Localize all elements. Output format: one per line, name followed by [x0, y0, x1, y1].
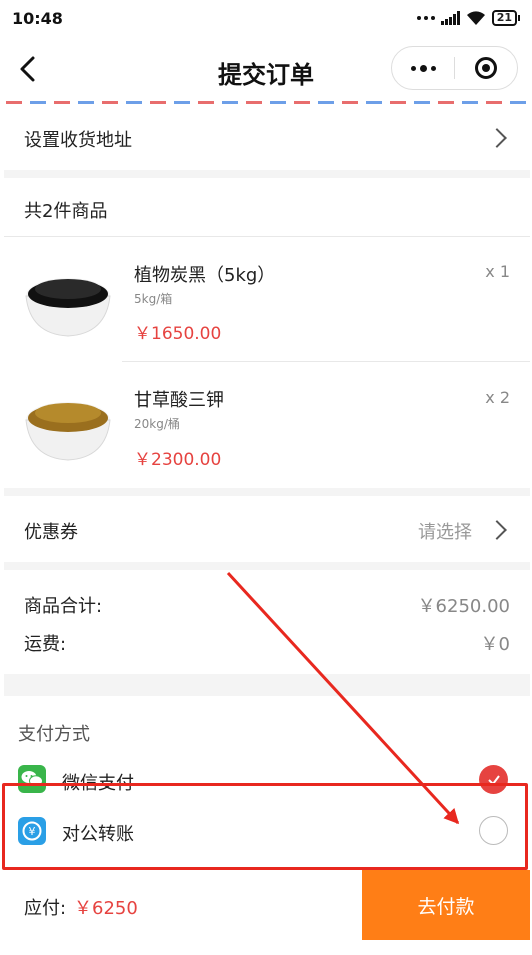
section-gap [4, 674, 530, 696]
goods-total-value: ￥6250.00 [417, 596, 510, 617]
section-gap [4, 562, 530, 570]
product-image-powder [25, 402, 111, 461]
radio-unselected[interactable] [479, 816, 508, 845]
coupon-label: 优惠券 [24, 522, 78, 543]
shipping-label: 运费: [24, 634, 67, 655]
bank-transfer-icon: ¥ [18, 817, 46, 845]
pay-button[interactable]: 去付款 [362, 870, 530, 940]
wifi-icon [466, 11, 485, 25]
section-gap [4, 488, 530, 496]
airmail-border [6, 101, 530, 104]
item-price: ￥2300.00 [134, 450, 222, 470]
status-bar: 10:48 21 [0, 0, 532, 40]
goods-total-label: 商品合计: [24, 596, 103, 617]
section-gap [4, 170, 530, 178]
svg-text:¥: ¥ [29, 825, 36, 838]
amount-due-value: ￥6250 [74, 898, 138, 919]
payment-label: 对公转账 [62, 824, 134, 845]
address-label: 设置收货地址 [24, 130, 132, 151]
amount-due-label: 应付: [24, 898, 67, 919]
chevron-right-icon [487, 128, 507, 148]
address-row[interactable]: 设置收货地址 [4, 106, 530, 170]
divider [122, 361, 530, 362]
battery-level: 21 [491, 10, 517, 26]
item-price: ￥1650.00 [134, 324, 222, 344]
payment-label: 微信支付 [62, 773, 134, 794]
item-name: 甘草酸三钾 [134, 390, 224, 411]
capsule-close-icon[interactable] [455, 57, 517, 79]
signal-icon [440, 11, 460, 25]
product-image-charcoal [25, 278, 111, 337]
coupon-placeholder: 请选择 [418, 522, 472, 543]
items-header: 共2件商品 [4, 178, 530, 236]
shipping-value: ￥0 [480, 634, 510, 655]
item-quantity: x 2 [485, 388, 510, 407]
divider [4, 236, 530, 237]
status-icons: 21 [416, 10, 520, 26]
payment-heading: 支付方式 [18, 724, 90, 745]
mini-program-capsule [391, 46, 518, 90]
coupon-row[interactable]: 优惠券 请选择 [4, 496, 530, 562]
item-quantity: x 1 [485, 262, 510, 281]
wechat-pay-icon [18, 765, 46, 793]
radio-selected[interactable] [479, 765, 508, 794]
chevron-right-icon [487, 520, 507, 540]
status-time: 10:48 [12, 9, 63, 28]
more-dots-icon [416, 16, 435, 20]
navigation-bar: 提交订单 [0, 40, 532, 100]
item-spec: 5kg/箱 [134, 292, 173, 306]
item-name: 植物炭黑（5kg） [134, 265, 276, 286]
checkout-bar: 应付: ￥6250 去付款 [0, 870, 532, 940]
battery-icon: 21 [491, 10, 520, 26]
capsule-more-icon[interactable] [392, 46, 454, 90]
items-count-label: 共2件商品 [24, 201, 108, 222]
item-spec: 20kg/桶 [134, 417, 180, 431]
